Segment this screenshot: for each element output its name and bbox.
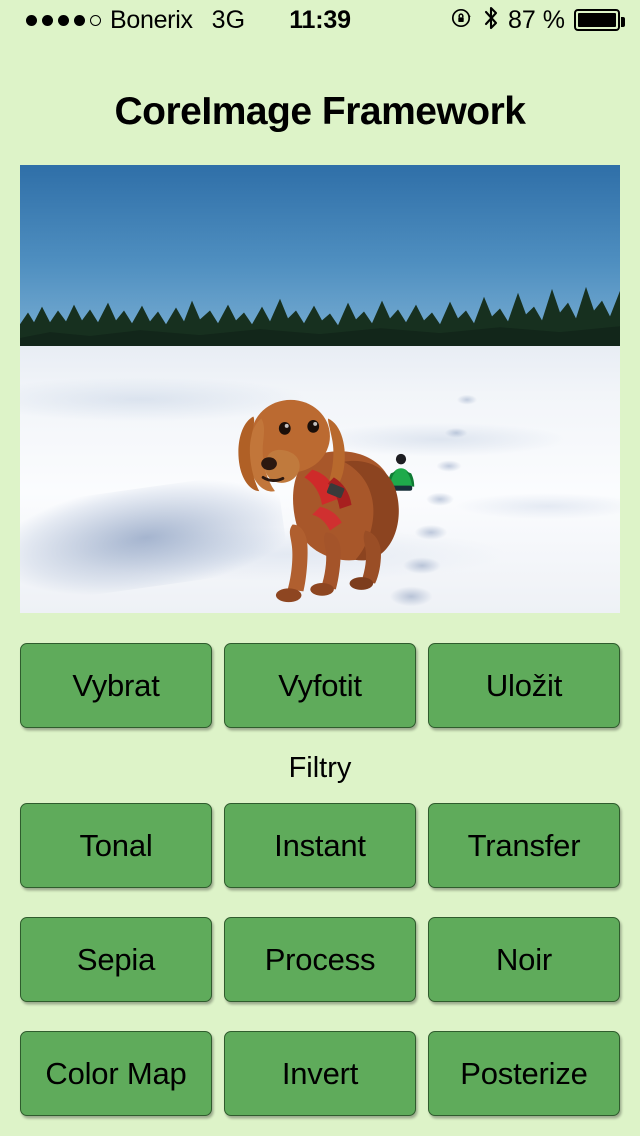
filter-posterize-button[interactable]: Posterize xyxy=(428,1031,620,1116)
app-screen: Bonerix 3G 11:39 87 % CoreImage Framewor… xyxy=(0,0,640,1136)
filter-color-map-button[interactable]: Color Map xyxy=(20,1031,212,1116)
battery-percent-label: 87 % xyxy=(508,5,565,34)
filter-invert-button[interactable]: Invert xyxy=(224,1031,416,1116)
save-image-button[interactable]: Uložit xyxy=(428,643,620,728)
filter-instant-button[interactable]: Instant xyxy=(224,803,416,888)
filter-process-button[interactable]: Process xyxy=(224,917,416,1002)
filter-sepia-button[interactable]: Sepia xyxy=(20,917,212,1002)
filter-transfer-button[interactable]: Transfer xyxy=(428,803,620,888)
battery-full-icon xyxy=(574,9,625,31)
action-button-row: Vybrat Vyfotit Uložit xyxy=(20,643,620,728)
status-bar: Bonerix 3G 11:39 87 % xyxy=(0,0,640,40)
filters-section-label: Filtry xyxy=(288,752,352,784)
bluetooth-icon xyxy=(483,5,499,36)
dog-subject xyxy=(238,399,399,602)
take-photo-button[interactable]: Vyfotit xyxy=(224,643,416,728)
filter-button-row: Sepia Process Noir xyxy=(20,917,620,1002)
preview-image[interactable] xyxy=(20,165,620,613)
status-bar-right: 87 % xyxy=(450,5,625,36)
filter-button-row: Color Map Invert Posterize xyxy=(20,1031,620,1116)
pick-image-button[interactable]: Vybrat xyxy=(20,643,212,728)
filter-tonal-button[interactable]: Tonal xyxy=(20,803,212,888)
page-title: CoreImage Framework xyxy=(114,90,527,133)
filter-button-row: Tonal Instant Transfer xyxy=(20,803,620,888)
rotation-lock-icon xyxy=(450,6,474,35)
filter-noir-button[interactable]: Noir xyxy=(428,917,620,1002)
